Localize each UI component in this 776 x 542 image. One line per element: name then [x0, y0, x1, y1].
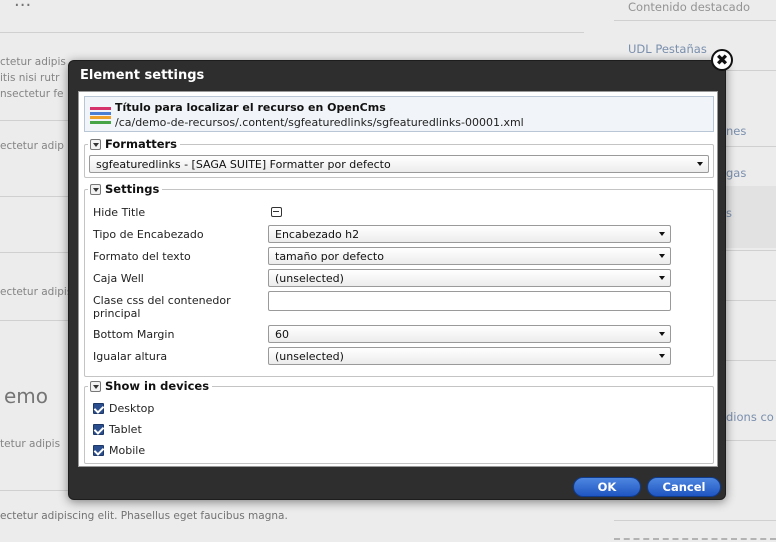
hide-title-label: Hide Title	[93, 206, 146, 219]
formatter-select-value: sgfeaturedlinks - [SAGA SUITE] Formatter…	[96, 158, 391, 171]
formato-texto-select[interactable]: tamaño por defecto	[268, 247, 671, 265]
bottom-margin-select[interactable]: 60	[268, 325, 671, 343]
settings-legend[interactable]: Settings	[88, 182, 163, 196]
formato-texto-value: tamaño por defecto	[275, 250, 384, 263]
bottom-margin-label: Bottom Margin	[93, 328, 175, 341]
tipo-encabezado-label: Tipo de Encabezado	[93, 228, 204, 241]
formatters-fieldset: Formatters sgfeaturedlinks - [SAGA SUITE…	[84, 137, 714, 178]
settings-fieldset: Settings Hide Title Tipo de Encabezado E…	[84, 182, 714, 377]
devices-legend-label: Show in devices	[105, 379, 210, 393]
hide-title-checkbox[interactable]	[271, 207, 282, 217]
clase-css-input[interactable]	[268, 291, 671, 311]
caja-well-select[interactable]: (unselected)	[268, 269, 671, 287]
tablet-checkbox[interactable]	[93, 424, 104, 435]
resource-info-box: Título para localizar el recurso en Open…	[84, 96, 714, 132]
settings-legend-label: Settings	[105, 182, 160, 196]
desktop-checkbox[interactable]	[93, 403, 104, 414]
mobile-checkbox[interactable]	[93, 445, 104, 456]
dialog-body: Título para localizar el recurso en Open…	[78, 91, 718, 467]
clase-css-label: Clase css del contenedor principal	[93, 294, 231, 320]
tipo-encabezado-value: Encabezado h2	[275, 228, 360, 241]
dialog-title: Element settings	[80, 68, 205, 83]
collapse-toggle-icon[interactable]	[90, 183, 101, 195]
resource-type-icon	[90, 107, 111, 124]
dropdown-arrow-icon	[659, 276, 665, 280]
igualar-altura-value: (unselected)	[275, 350, 344, 363]
desktop-label: Desktop	[109, 402, 155, 415]
tipo-encabezado-select[interactable]: Encabezado h2	[268, 225, 671, 243]
dropdown-arrow-icon	[659, 354, 665, 358]
element-settings-dialog: Element settings ✖ Título para localizar…	[68, 49, 733, 500]
bottom-margin-value: 60	[275, 328, 289, 341]
formatter-select[interactable]: sgfeaturedlinks - [SAGA SUITE] Formatter…	[89, 155, 709, 173]
dropdown-arrow-icon	[659, 332, 665, 336]
dropdown-arrow-icon	[659, 232, 665, 236]
cancel-button[interactable]: Cancel	[647, 477, 721, 497]
devices-fieldset: Show in devices Desktop Tablet Mobile	[84, 379, 714, 464]
dialog-titlebar: Element settings	[69, 61, 725, 89]
caja-well-label: Caja Well	[93, 272, 144, 285]
formatters-legend[interactable]: Formatters	[88, 137, 181, 151]
tablet-label: Tablet	[109, 423, 142, 436]
formatters-legend-label: Formatters	[105, 137, 178, 151]
resource-title: Título para localizar el recurso en Open…	[115, 101, 386, 114]
ok-button[interactable]: OK	[573, 477, 641, 497]
formato-texto-label: Formato del texto	[93, 250, 191, 263]
dropdown-arrow-icon	[697, 162, 703, 166]
devices-legend[interactable]: Show in devices	[88, 379, 213, 393]
close-icon[interactable]: ✖	[711, 49, 733, 71]
igualar-altura-select[interactable]: (unselected)	[268, 347, 671, 365]
mobile-label: Mobile	[109, 444, 146, 457]
dropdown-arrow-icon	[659, 254, 665, 258]
resource-path: /ca/demo-de-recursos/.content/sgfeatured…	[115, 116, 524, 129]
caja-well-value: (unselected)	[275, 272, 344, 285]
collapse-toggle-icon[interactable]	[90, 138, 101, 150]
igualar-altura-label: Igualar altura	[93, 350, 168, 363]
collapse-toggle-icon[interactable]	[90, 380, 101, 392]
